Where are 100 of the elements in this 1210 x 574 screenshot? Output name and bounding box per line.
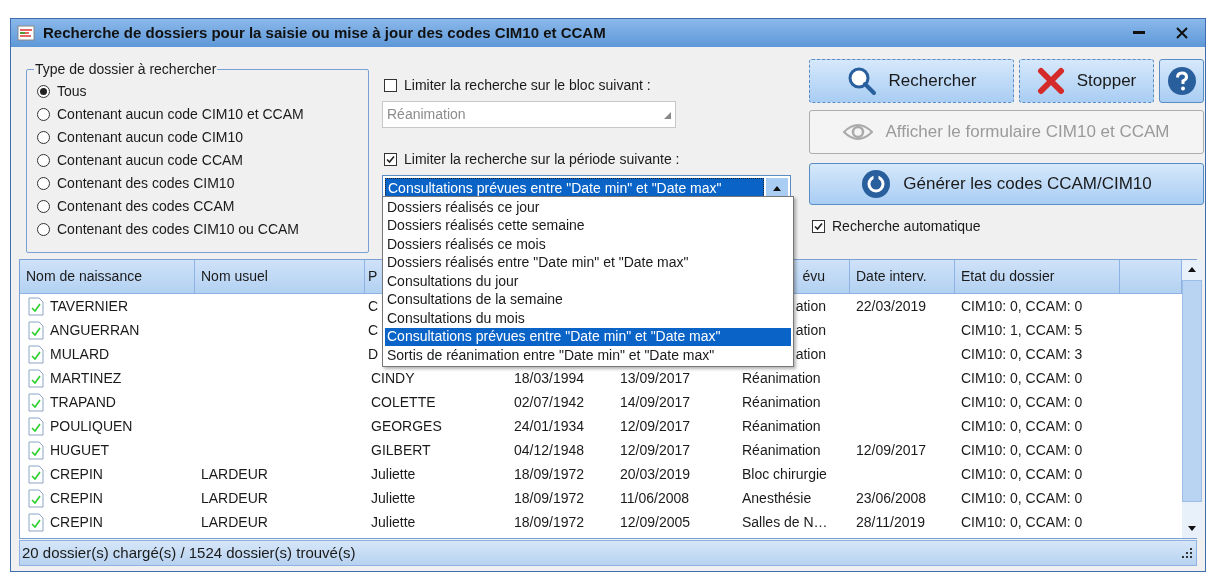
table-cell-text: 18/09/1972 [514,512,585,532]
radio-label: Contenant aucun code CIM10 [57,128,243,147]
dropdown-option[interactable]: Dossiers réalisés entre "Date min" et "Date max" [385,253,791,272]
table-cell-text: MARTINEZ [50,368,122,388]
table-cell-text: Salles de N… [742,512,828,532]
table-cell-text: CREPIN [50,512,103,532]
radio-button[interactable] [37,177,50,190]
table-cell-text: CREPIN [50,464,103,484]
table-cell-text: 04/12/1948 [514,440,585,460]
table-cell-text: HUGUET [50,440,110,460]
dropdown-option[interactable]: Dossiers réalisés cette semaine [385,216,791,235]
dropdown-option[interactable]: Consultations du mois [385,309,791,328]
window-title: Recherche de dossiers pour la saisie ou mise à jour des codes CIM10 et CCAM [43,22,606,43]
search-icon [846,66,877,96]
table-cell-text: 28/11/2019 [856,512,926,532]
table-cell-text: C [368,320,379,340]
radio-button[interactable] [37,223,50,236]
scroll-down-icon[interactable] [1188,526,1196,531]
scroll-up-icon[interactable] [1188,267,1196,272]
table-cell-text: Juliette [371,464,416,484]
table-cell-text: Anesthésie [742,488,812,508]
table-cell-text: CIM10: 0, CCAM: 0 [961,368,1083,388]
table-cell-text: LARDEUR [201,512,268,532]
column-header[interactable]: évu [802,266,825,287]
document-check-icon [28,512,44,532]
table-cell-text: 13/09/2017 [620,368,691,388]
dropdown-arrow-icon [773,186,781,191]
checkbox[interactable] [384,153,397,166]
column-header[interactable]: Nom usuel [201,266,268,287]
table-cell-text: 02/07/1942 [514,392,585,412]
checkbox-label: Recherche automatique [832,217,981,236]
table-cell-text: Juliette [371,512,416,532]
scrollbar[interactable] [1182,260,1202,538]
scrollbar-thumb[interactable] [1182,280,1202,502]
table-cell-text: 23/06/2008 [856,488,927,508]
table-cell-text: CIM10: 0, CCAM: 0 [961,392,1083,412]
cross-icon [1036,67,1065,95]
table-cell-text: 20/03/2019 [620,464,691,484]
column-header[interactable]: Nom de naissance [26,266,142,287]
document-check-icon [28,296,44,316]
table-cell-text: ANGUERRAN [50,320,140,340]
checkbox-label: Limiter la recherche sur le bloc suivant : [404,76,651,95]
table-cell-text: Bloc chirurgie [742,464,827,484]
action-button[interactable]: Rechercher [809,59,1014,103]
table-cell-text: CIM10: 0, CCAM: 0 [961,296,1083,316]
radio-button[interactable] [37,85,50,98]
dropdown-option[interactable]: Sortis de réanimation entre "Date min" et "Date max" [385,346,791,365]
radio-button[interactable] [37,108,50,121]
document-check-icon [28,368,44,388]
radio-button[interactable] [37,154,50,167]
document-check-icon [28,488,44,508]
document-check-icon [28,344,44,364]
table-cell-text: Réanimation [742,440,821,460]
column-header[interactable]: P [368,266,378,287]
table-cell-text: 12/09/2017 [856,440,927,460]
table-cell-text: CIM10: 0, CCAM: 0 [961,488,1083,508]
radio-label: Contenant des codes CIM10 ou CCAM [57,220,299,239]
radio-label: Tous [57,82,87,101]
dropdown-option[interactable]: Consultations prévues entre "Date min" et "Date max" [385,327,791,346]
column-header[interactable]: Etat du dossier [961,266,1055,287]
table-cell-text: COLETTE [371,392,436,412]
action-button[interactable]: Générer les codes CCAM/CIM10 [809,163,1204,205]
group-title: Type de dossier à rechercher [34,60,218,79]
dropdown-option[interactable]: Consultations du jour [385,272,791,291]
radio-label: Contenant des codes CIM10 [57,174,235,193]
table-cell-text: CIM10: 1, CCAM: 5 [961,320,1083,340]
action-button[interactable]: Stopper [1019,59,1154,103]
radio-button[interactable] [37,200,50,213]
table-cell-text: LARDEUR [201,488,268,508]
close-icon [1176,27,1188,39]
column-header[interactable]: Date interv. [856,266,927,287]
table-cell-text: ation [795,320,826,340]
table-cell-text: CIM10: 0, CCAM: 3 [961,344,1083,364]
help-icon [1166,66,1197,96]
table-cell-text: CINDY [371,368,415,388]
dropdown-arrow-icon [663,110,671,119]
resize-grip-icon [1182,548,1192,558]
table-cell-text: 12/09/2017 [620,416,691,436]
table-cell-text: Réanimation [742,392,821,412]
dropdown-option[interactable]: Consultations de la semaine [385,290,791,309]
table-cell-text: CIM10: 0, CCAM: 0 [961,440,1083,460]
table-cell-text: CIM10: 0, CCAM: 0 [961,464,1083,484]
document-check-icon [28,464,44,484]
radio-label: Contenant aucun code CIM10 et CCAM [57,105,304,124]
table-cell-text: 12/09/2005 [620,512,691,532]
help-button[interactable] [1159,59,1204,103]
dropdown-option[interactable]: Dossiers réalisés ce mois [385,235,791,254]
radio-label: Contenant aucun code CCAM [57,151,243,170]
radio-button[interactable] [37,131,50,144]
table-cell-text: 22/03/2019 [856,296,927,316]
checkbox[interactable] [812,220,825,233]
table-cell-text: 14/09/2017 [620,392,691,412]
table-cell-text: GEORGES [371,416,442,436]
table-cell-text: ation [795,296,826,316]
table-cell-text: 24/01/1934 [514,416,585,436]
table-cell-text: 18/03/1994 [514,368,585,388]
document-check-icon [28,440,44,460]
table-cell-text: Réanimation [742,368,821,388]
table-cell-text: TAVERNIER [50,296,129,316]
table-cell-text: TRAPAND [50,392,116,412]
